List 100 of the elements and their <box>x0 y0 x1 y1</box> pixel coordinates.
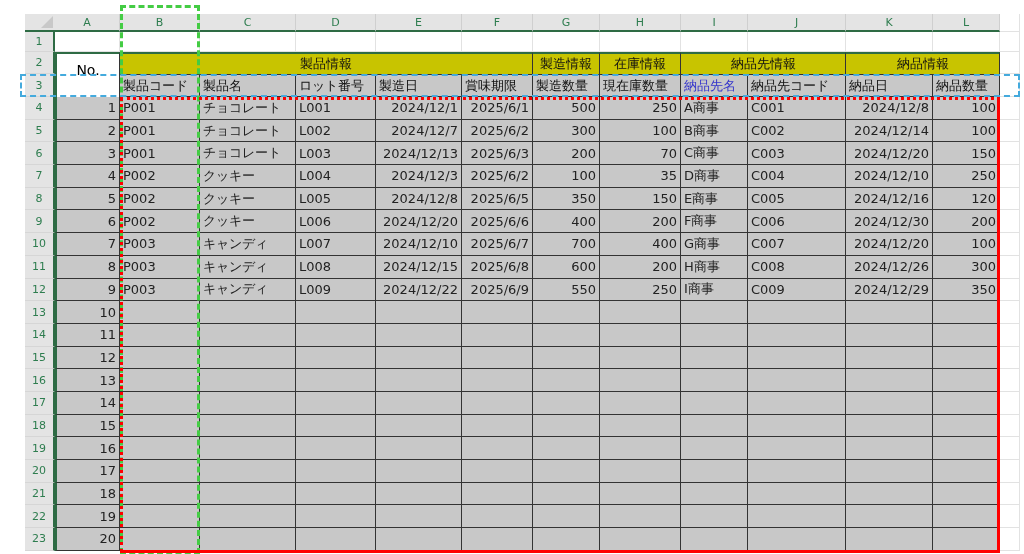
table-cell: L009 <box>296 278 376 302</box>
table-cell: 200 <box>533 142 600 166</box>
empty-cell <box>1000 255 1020 279</box>
row-header[interactable]: 5 <box>25 119 55 143</box>
table-cell: C008 <box>748 255 846 279</box>
table-cell: クッキー <box>200 165 296 188</box>
header-cell: 納品数量 <box>933 74 1000 97</box>
table-cell <box>462 414 533 438</box>
empty-cell <box>1000 210 1020 234</box>
column-header[interactable]: J <box>748 14 846 32</box>
table-cell: 2024/12/22 <box>376 278 462 302</box>
table-cell: 13 <box>55 369 120 392</box>
table-cell <box>533 301 600 324</box>
table-cell: 2024/12/7 <box>376 119 462 143</box>
table-cell: L004 <box>296 165 376 188</box>
table-cell: 2024/12/29 <box>846 278 933 302</box>
row-header[interactable]: 14 <box>25 323 55 347</box>
table-cell: 14 <box>55 391 120 415</box>
table-cell: P002 <box>120 210 200 234</box>
column-header[interactable]: F <box>462 14 533 32</box>
table-cell: キャンディ <box>200 278 296 302</box>
table-cell: 2025/6/7 <box>462 233 533 256</box>
table-cell <box>681 414 748 438</box>
table-cell: E商事 <box>681 187 748 211</box>
column-header[interactable]: H <box>600 14 681 32</box>
table-cell: 250 <box>600 278 681 302</box>
table-cell: 15 <box>55 414 120 438</box>
row-header[interactable]: 4 <box>25 97 55 120</box>
table-cell <box>533 460 600 483</box>
column-header[interactable]: E <box>376 14 462 32</box>
row-header[interactable]: 21 <box>25 482 55 506</box>
table-cell: 10 <box>55 301 120 324</box>
row-header[interactable]: 12 <box>25 278 55 302</box>
table-cell: 7 <box>55 233 120 256</box>
table-cell: 6 <box>55 210 120 234</box>
row-header[interactable]: 22 <box>25 505 55 529</box>
column-header[interactable]: B <box>120 14 200 32</box>
row-header[interactable]: 7 <box>25 165 55 188</box>
table-cell: C007 <box>748 233 846 256</box>
column-header[interactable]: I <box>681 14 748 32</box>
row-header[interactable]: 3 <box>25 74 55 97</box>
table-cell <box>462 482 533 506</box>
row-header[interactable]: 13 <box>25 301 55 324</box>
table-cell: L001 <box>296 97 376 120</box>
table-cell <box>533 528 600 551</box>
row-header[interactable]: 2 <box>25 52 55 74</box>
column-header[interactable]: L <box>933 14 1000 32</box>
table-cell: H商事 <box>681 255 748 279</box>
table-cell: L005 <box>296 187 376 211</box>
column-header[interactable]: D <box>296 14 376 32</box>
row-header[interactable]: 17 <box>25 391 55 415</box>
table-cell <box>681 301 748 324</box>
table-cell: 2024/12/10 <box>846 165 933 188</box>
table-cell: 9 <box>55 278 120 302</box>
table-cell: 2024/12/13 <box>376 142 462 166</box>
column-header[interactable]: A <box>55 14 120 32</box>
group-header-cell: 在庫情報 <box>600 52 681 74</box>
table-cell: 17 <box>55 460 120 483</box>
table-cell: 150 <box>933 142 1000 166</box>
row-header[interactable]: 19 <box>25 437 55 460</box>
table-cell: 2025/6/1 <box>462 97 533 120</box>
table-cell: I商事 <box>681 278 748 302</box>
empty-cell <box>1000 346 1020 370</box>
table-cell: 2024/12/8 <box>376 187 462 211</box>
table-cell: キャンディ <box>200 255 296 279</box>
table-cell: 12 <box>55 346 120 370</box>
table-cell: 300 <box>533 119 600 143</box>
row-header[interactable]: 23 <box>25 528 55 551</box>
table-cell <box>462 528 533 551</box>
table-cell <box>933 369 1000 392</box>
table-cell: 2024/12/8 <box>846 97 933 120</box>
row-header[interactable]: 6 <box>25 142 55 166</box>
group-header-cell: 製品情報 <box>120 52 533 74</box>
column-header[interactable]: C <box>200 14 296 32</box>
table-cell: 2 <box>55 119 120 143</box>
group-header-cell: 製造情報 <box>533 52 600 74</box>
empty-cell <box>1000 142 1020 166</box>
row-header[interactable]: 18 <box>25 414 55 438</box>
table-cell <box>462 301 533 324</box>
table-cell: B商事 <box>681 119 748 143</box>
row-header[interactable]: 20 <box>25 460 55 483</box>
header-cell: 現在庫数量 <box>600 74 681 97</box>
table-cell: P002 <box>120 165 200 188</box>
row-header[interactable]: 10 <box>25 233 55 256</box>
table-cell: 200 <box>933 210 1000 234</box>
column-header[interactable]: K <box>846 14 933 32</box>
header-cell: 納品先コード <box>748 74 846 97</box>
row-header[interactable]: 15 <box>25 346 55 370</box>
row-header[interactable]: 1 <box>25 32 55 52</box>
row-header[interactable]: 9 <box>25 210 55 234</box>
table-cell <box>933 460 1000 483</box>
row-header[interactable]: 16 <box>25 369 55 392</box>
row-header[interactable]: 8 <box>25 187 55 211</box>
row-header[interactable]: 11 <box>25 255 55 279</box>
empty-cell <box>1000 165 1020 188</box>
table-cell: 400 <box>533 210 600 234</box>
table-cell: 200 <box>600 210 681 234</box>
table-cell <box>681 482 748 506</box>
table-cell: 2024/12/26 <box>846 255 933 279</box>
column-header[interactable]: G <box>533 14 600 32</box>
